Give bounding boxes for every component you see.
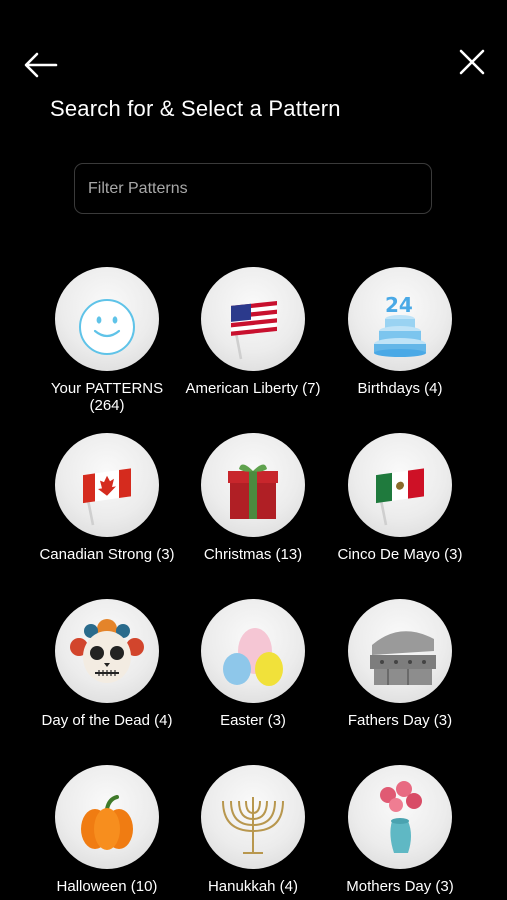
filter-patterns-input[interactable] [75, 164, 431, 213]
pattern-selector-screen: Search for & Select a Pattern Your PATTE… [0, 0, 507, 900]
pattern-thumbnail [348, 433, 452, 537]
pattern-thumbnail [348, 599, 452, 703]
pattern-tile-mothers-day[interactable]: Mothers Day (3) [327, 765, 473, 895]
easter-eggs-icon [223, 628, 283, 686]
pattern-tile-american-liberty[interactable]: American Liberty (7) [180, 267, 326, 397]
search-field[interactable] [74, 163, 432, 214]
page-title: Search for & Select a Pattern [50, 96, 341, 121]
canadian-flag-icon [83, 468, 131, 526]
pattern-tile-birthdays[interactable]: 24 Birthdays (4) [327, 267, 473, 397]
pattern-thumbnail [348, 765, 452, 869]
pattern-label: Christmas (13) [203, 546, 303, 563]
back-button[interactable] [22, 48, 62, 82]
pattern-thumbnail [55, 765, 159, 869]
american-flag-icon [231, 301, 277, 360]
pattern-label: Fathers Day (3) [347, 712, 453, 729]
sugar-skull-icon [70, 619, 144, 683]
smiley-face-icon [79, 299, 135, 355]
mexican-flag-icon [376, 468, 424, 526]
pattern-label: Mothers Day (3) [346, 878, 454, 895]
pattern-label: Your PATTERNS (264) [50, 380, 164, 414]
birthday-cake-icon: 24 [374, 293, 426, 357]
grill-icon [370, 631, 436, 685]
close-icon [459, 49, 485, 75]
svg-text:24: 24 [385, 293, 413, 317]
gift-box-icon [228, 464, 278, 519]
pattern-tile-fathers-day[interactable]: Fathers Day (3) [327, 599, 473, 729]
flower-vase-icon [380, 781, 422, 853]
pattern-label: Birthdays (4) [357, 380, 443, 397]
pattern-tile-easter[interactable]: Easter (3) [180, 599, 326, 729]
pattern-thumbnail: 24 [348, 267, 452, 371]
pattern-thumbnail [55, 267, 159, 371]
close-button[interactable] [455, 45, 489, 79]
pattern-thumbnail [201, 765, 305, 869]
pattern-thumbnail [201, 267, 305, 371]
menorah-icon [222, 797, 284, 854]
pattern-label: Easter (3) [220, 712, 286, 729]
pattern-tile-christmas[interactable]: Christmas (13) [180, 433, 326, 563]
pattern-label: Cinco De Mayo (3) [337, 546, 463, 563]
pattern-tile-your-patterns[interactable]: Your PATTERNS (264) [34, 267, 180, 414]
pattern-tile-cinco-de-mayo[interactable]: Cinco De Mayo (3) [327, 433, 473, 563]
pumpkin-icon [81, 795, 133, 850]
pattern-thumbnail [201, 433, 305, 537]
pattern-thumbnail [201, 599, 305, 703]
pattern-label: American Liberty (7) [185, 380, 321, 397]
pattern-label: Day of the Dead (4) [41, 712, 173, 729]
pattern-label: Halloween (10) [56, 878, 158, 895]
pattern-tile-canadian-strong[interactable]: Canadian Strong (3) [34, 433, 180, 563]
pattern-label: Hanukkah (4) [207, 878, 299, 895]
pattern-label: Canadian Strong (3) [39, 546, 175, 563]
arrow-left-icon [24, 52, 58, 78]
pattern-tile-halloween[interactable]: Halloween (10) [34, 765, 180, 895]
pattern-thumbnail [55, 599, 159, 703]
pattern-thumbnail [55, 433, 159, 537]
pattern-tile-day-of-the-dead[interactable]: Day of the Dead (4) [34, 599, 180, 729]
pattern-tile-hanukkah[interactable]: Hanukkah (4) [180, 765, 326, 895]
